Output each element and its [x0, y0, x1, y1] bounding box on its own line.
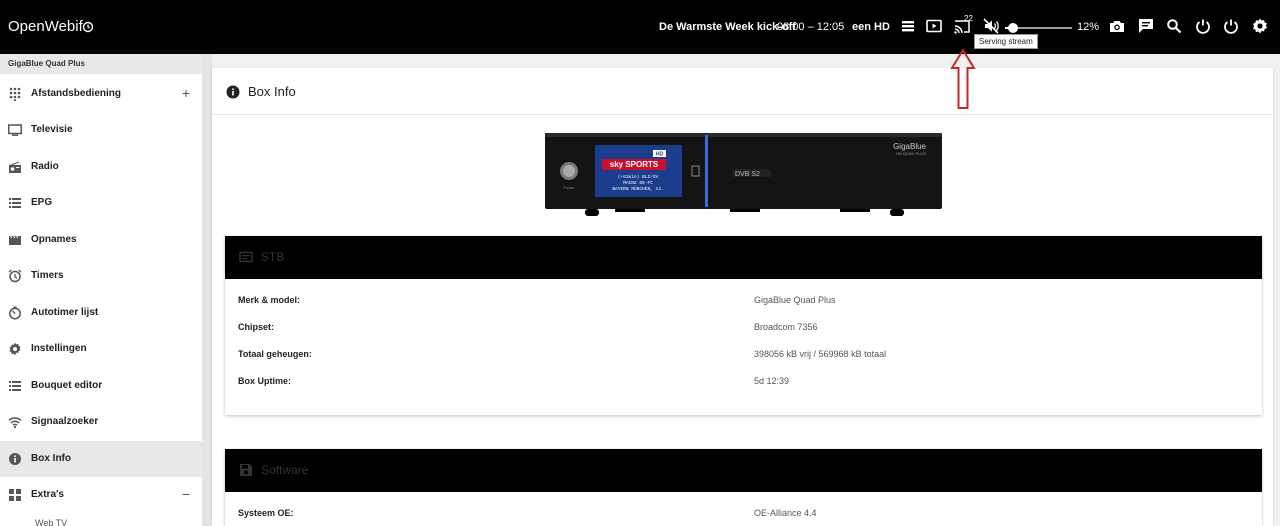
clock-icon[interactable]: [82, 20, 94, 33]
search-icon[interactable]: [1165, 17, 1183, 35]
now-playing-title[interactable]: De Warmste Week kick-off: [659, 21, 796, 33]
sidebar-item-autotimer[interactable]: Autotimer lijst: [0, 295, 202, 331]
expand-toggle[interactable]: +: [182, 85, 190, 101]
alarm-icon: [8, 269, 22, 283]
program-time: 08:00 – 12:05: [777, 21, 845, 33]
screen-logo: sky SPORTS: [610, 160, 659, 169]
radio-icon: [8, 160, 22, 174]
sidebar-item-radio[interactable]: Radio: [0, 149, 202, 185]
message-icon[interactable]: [1137, 17, 1155, 35]
screen-line-2: MAINZ 05-FC: [623, 180, 653, 186]
sidebar-item-opnames[interactable]: Opnames: [0, 222, 202, 258]
tv-icon: [8, 123, 22, 137]
device-model: HD QUAD PLUS: [896, 151, 926, 156]
sidebar-divider: [202, 54, 212, 526]
row-value: 5d 12:39: [754, 376, 790, 386]
panel-header: STB: [225, 236, 1262, 279]
sidebar-item-label: Box Info: [31, 453, 71, 464]
sidebar-item-label: Bouquet editor: [31, 380, 103, 391]
sidebar-item-timers[interactable]: Timers: [0, 258, 202, 294]
save-icon: [239, 463, 253, 477]
channel-name[interactable]: een HD: [852, 21, 890, 33]
sidebar-item-televisie[interactable]: Televisie: [0, 112, 202, 148]
sidebar-item-label: Televisie: [31, 124, 73, 135]
row-label: Chipset:: [238, 322, 274, 332]
sidebar-item-label: Afstandsbediening: [31, 88, 122, 99]
row-label: Totaal geheugen:: [238, 349, 312, 359]
timer-icon: [8, 306, 22, 320]
device-image: Power sky SPORTS HD (+62min) BLI/SV MAIN…: [545, 133, 942, 216]
serving-stream-tooltip: Serving stream: [974, 34, 1038, 49]
settings-icon[interactable]: [1251, 17, 1269, 35]
info-icon: [226, 85, 240, 99]
page-title: Box Info: [248, 84, 296, 99]
screen-line-3: BAYERN MÜNCHEN, 14.: [612, 185, 663, 192]
wifi-icon: [8, 415, 22, 429]
volume-thumb[interactable]: [1008, 23, 1019, 33]
sidebar-item-extras[interactable]: Extra's −: [0, 477, 202, 513]
sidebar-item-afstandsbediening[interactable]: Afstandsbediening +: [0, 76, 202, 112]
channel-list-icon[interactable]: [899, 17, 917, 35]
volume-percent: 12%: [1077, 21, 1100, 33]
brand-title[interactable]: OpenWebif: [8, 18, 83, 35]
sidebar-item-signaalzoeker[interactable]: Signaalzoeker: [0, 404, 202, 440]
collapse-toggle[interactable]: −: [182, 486, 190, 502]
sidebar-item-bouquet-editor[interactable]: Bouquet editor: [0, 368, 202, 404]
device-name: GigaBlue Quad Plus: [0, 54, 202, 74]
standby-icon[interactable]: [1222, 17, 1240, 35]
gear-icon: [8, 342, 22, 356]
sidebar-item-label: Extra's: [31, 489, 64, 500]
dialpad-icon: [8, 87, 22, 101]
sidebar-item-label: Autotimer lijst: [31, 307, 99, 318]
row-label: Merk & model:: [238, 295, 301, 305]
row-label: Box Uptime:: [238, 376, 292, 386]
sidebar-item-box-info[interactable]: Box Info: [0, 441, 202, 477]
device-power-label: Power: [563, 185, 575, 190]
row-value: GigaBlue Quad Plus: [754, 295, 836, 305]
power-icon[interactable]: [1194, 17, 1212, 35]
panel-title: Software: [261, 463, 309, 477]
row-value: Broadcom 7356: [754, 322, 818, 332]
device-brand: GigaBlue: [893, 142, 926, 151]
mute-icon[interactable]: [982, 17, 1000, 35]
row-value: 398056 kB vrij / 569968 kB totaal: [754, 349, 887, 359]
row-label: Systeem OE:: [238, 508, 294, 518]
sidebar-item-label: Timers: [31, 270, 64, 281]
sidebar-subitem-web-tv[interactable]: Web TV: [35, 518, 67, 526]
stream-count-badge: 22: [964, 14, 973, 23]
box-icon: [239, 250, 253, 264]
sidebar-item-label: Instellingen: [31, 343, 87, 354]
stb-panel: STB Merk & model: GigaBlue Quad Plus Chi…: [225, 236, 1262, 415]
camera-icon[interactable]: [1108, 17, 1126, 35]
card-header: [212, 68, 1273, 115]
movie-icon: [8, 233, 22, 247]
list-icon: [8, 379, 22, 393]
apps-icon: [8, 488, 22, 502]
screen-badge: HD: [656, 152, 664, 158]
info-icon: [8, 452, 22, 466]
tv-icon[interactable]: [925, 17, 943, 35]
sidebar-item-label: Signaalzoeker: [31, 416, 99, 427]
software-panel: Software Systeem OE: OE-Alliance 4.4: [225, 449, 1262, 526]
list-icon: [8, 196, 22, 210]
sidebar-item-label: EPG: [31, 197, 53, 208]
sidebar-item-epg[interactable]: EPG: [0, 185, 202, 221]
row-value: OE-Alliance 4.4: [754, 508, 817, 518]
panel-title: STB: [261, 250, 285, 264]
sidebar-item-instellingen[interactable]: Instellingen: [0, 331, 202, 367]
sidebar-item-label: Radio: [31, 161, 59, 172]
annotation-arrow: [950, 48, 976, 109]
screen-line-1: (+62min) BLI/SV: [618, 174, 659, 180]
panel-header: Software: [225, 449, 1262, 492]
sidebar-item-label: Opnames: [31, 234, 77, 245]
svg-text:DVB S2: DVB S2: [735, 171, 760, 178]
